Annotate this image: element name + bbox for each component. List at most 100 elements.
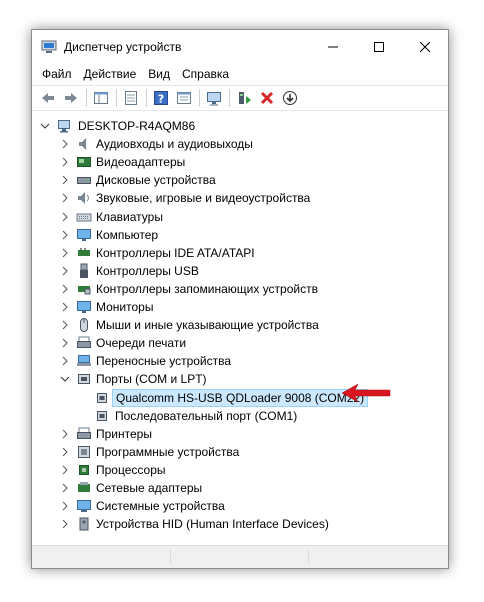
- menu-action[interactable]: Действие: [78, 67, 143, 81]
- menu-bar: Файл Действие Вид Справка: [32, 63, 448, 85]
- remove-device-button[interactable]: [257, 88, 277, 108]
- tree-item[interactable]: Аудиовходы и аудиовыходы: [32, 135, 448, 153]
- chevron-right-icon[interactable]: [60, 483, 70, 493]
- chevron-right-icon[interactable]: [60, 465, 70, 475]
- title-bar: Диспетчер устройств: [32, 30, 448, 63]
- portable-device-icon: [76, 353, 92, 369]
- view-button[interactable]: [174, 88, 194, 108]
- tree-item[interactable]: Клавиатуры: [32, 208, 448, 226]
- tree-item[interactable]: Очереди печати: [32, 334, 448, 352]
- tree-item[interactable]: Видеоадаптеры: [32, 153, 448, 171]
- download-icon: [283, 91, 297, 105]
- tree-item[interactable]: Мониторы: [32, 298, 448, 316]
- monitor-scan-icon: [207, 92, 221, 106]
- software-device-icon: [76, 444, 92, 460]
- chevron-right-icon[interactable]: [60, 447, 70, 457]
- tree-item[interactable]: Контроллеры IDE ATA/ATAPI: [32, 244, 448, 262]
- svg-text:?: ?: [158, 93, 164, 106]
- tree-item[interactable]: Сетевые адаптеры: [32, 479, 448, 497]
- forward-icon: [65, 93, 77, 103]
- tree-item[interactable]: Звуковые, игровые и видеоустройства: [32, 189, 448, 207]
- view-icon: [177, 92, 191, 104]
- tree-item-label: Принтеры: [96, 427, 152, 441]
- tree-item[interactable]: Процессоры: [32, 461, 448, 479]
- chevron-right-icon[interactable]: [60, 212, 70, 222]
- tree-item[interactable]: Системные устройства: [32, 497, 448, 515]
- chevron-right-icon[interactable]: [60, 302, 70, 312]
- tree-item[interactable]: Принтеры: [32, 425, 448, 443]
- tree-item[interactable]: Программные устройства: [32, 443, 448, 461]
- back-button[interactable]: [38, 88, 58, 108]
- computer-root: [56, 118, 72, 134]
- system-device-icon: [76, 498, 92, 514]
- tree-item[interactable]: Устройства HID (Human Interface Devices): [32, 515, 448, 533]
- close-button[interactable]: [402, 30, 448, 63]
- speaker-icon: [76, 136, 92, 152]
- scan-hardware-button[interactable]: [204, 88, 224, 108]
- help-icon: ?: [154, 91, 168, 106]
- tree-root[interactable]: DESKTOP-R4AQM86: [32, 117, 448, 135]
- hid-icon: [76, 516, 92, 532]
- tree-item-label: Qualcomm HS-USB QDLoader 9008 (COM22): [112, 389, 369, 407]
- port-icon: [76, 371, 92, 387]
- properties-button[interactable]: [121, 88, 141, 108]
- tree-item[interactable]: Дисковые устройства: [32, 171, 448, 189]
- tree-item[interactable]: Компьютер: [32, 226, 448, 244]
- chevron-right-icon[interactable]: [60, 338, 70, 348]
- toolbar-separator: [86, 89, 87, 107]
- chevron-right-icon[interactable]: [60, 501, 70, 511]
- remove-device-icon: [260, 91, 274, 105]
- menu-view[interactable]: Вид: [142, 67, 176, 81]
- storage-controller-icon: [76, 281, 92, 297]
- forward-button[interactable]: [61, 88, 81, 108]
- chevron-right-icon[interactable]: [60, 248, 70, 258]
- chevron-down-icon[interactable]: [40, 121, 50, 131]
- computer-icon: [76, 227, 92, 243]
- chevron-right-icon[interactable]: [60, 284, 70, 294]
- chevron-right-icon[interactable]: [60, 175, 70, 185]
- toolbar: ?: [32, 85, 448, 111]
- chevron-right-icon[interactable]: [60, 230, 70, 240]
- chevron-right-icon[interactable]: [60, 320, 70, 330]
- chevron-down-icon[interactable]: [60, 374, 70, 384]
- tree-item-label: Контроллеры USB: [96, 264, 199, 278]
- tree-item[interactable]: Мыши и иные указывающие устройства: [32, 316, 448, 334]
- tree-item[interactable]: Контроллеры запоминающих устройств: [32, 280, 448, 298]
- console-tree-button[interactable]: [91, 88, 111, 108]
- chevron-right-icon[interactable]: [60, 356, 70, 366]
- chevron-right-icon[interactable]: [60, 193, 70, 203]
- tree-item-label: Системные устройства: [96, 499, 225, 513]
- chevron-right-icon[interactable]: [60, 157, 70, 167]
- menu-file[interactable]: Файл: [36, 67, 78, 81]
- help-button[interactable]: ?: [151, 88, 171, 108]
- update-driver-button[interactable]: [234, 88, 254, 108]
- annotation-arrow-icon: [341, 383, 391, 403]
- download-button[interactable]: [280, 88, 300, 108]
- monitor-icon: [76, 299, 92, 315]
- tree-item-label: Сетевые адаптеры: [96, 481, 203, 495]
- minimize-button[interactable]: [310, 30, 356, 63]
- printer-icon: [76, 426, 92, 442]
- properties-icon: [125, 91, 137, 105]
- chevron-right-icon[interactable]: [60, 429, 70, 439]
- tree-item[interactable]: Контроллеры USB: [32, 262, 448, 280]
- tree-item-label: Дисковые устройства: [96, 173, 216, 187]
- chevron-right-icon[interactable]: [60, 266, 70, 276]
- display-adapter-icon: [76, 154, 92, 170]
- port-child-icon: [94, 390, 110, 406]
- tree-item-label: Контроллеры запоминающих устройств: [96, 282, 318, 296]
- status-segment: [32, 549, 171, 564]
- maximize-button[interactable]: [356, 30, 402, 63]
- menu-help[interactable]: Справка: [176, 67, 235, 81]
- window-title: Диспетчер устройств: [64, 40, 182, 54]
- tree-item-label: Аудиовходы и аудиовыходы: [96, 137, 253, 151]
- status-segment: [170, 549, 309, 564]
- tree-item[interactable]: Переносные устройства: [32, 352, 448, 370]
- tree-item-label: Мониторы: [96, 300, 154, 314]
- tree-port-child[interactable]: Последовательный порт (COM1): [32, 407, 448, 425]
- toolbar-separator: [199, 89, 200, 107]
- tree-item-label: Очереди печати: [96, 336, 187, 350]
- mouse-icon: [76, 317, 92, 333]
- chevron-right-icon[interactable]: [60, 519, 70, 529]
- chevron-right-icon[interactable]: [60, 139, 70, 149]
